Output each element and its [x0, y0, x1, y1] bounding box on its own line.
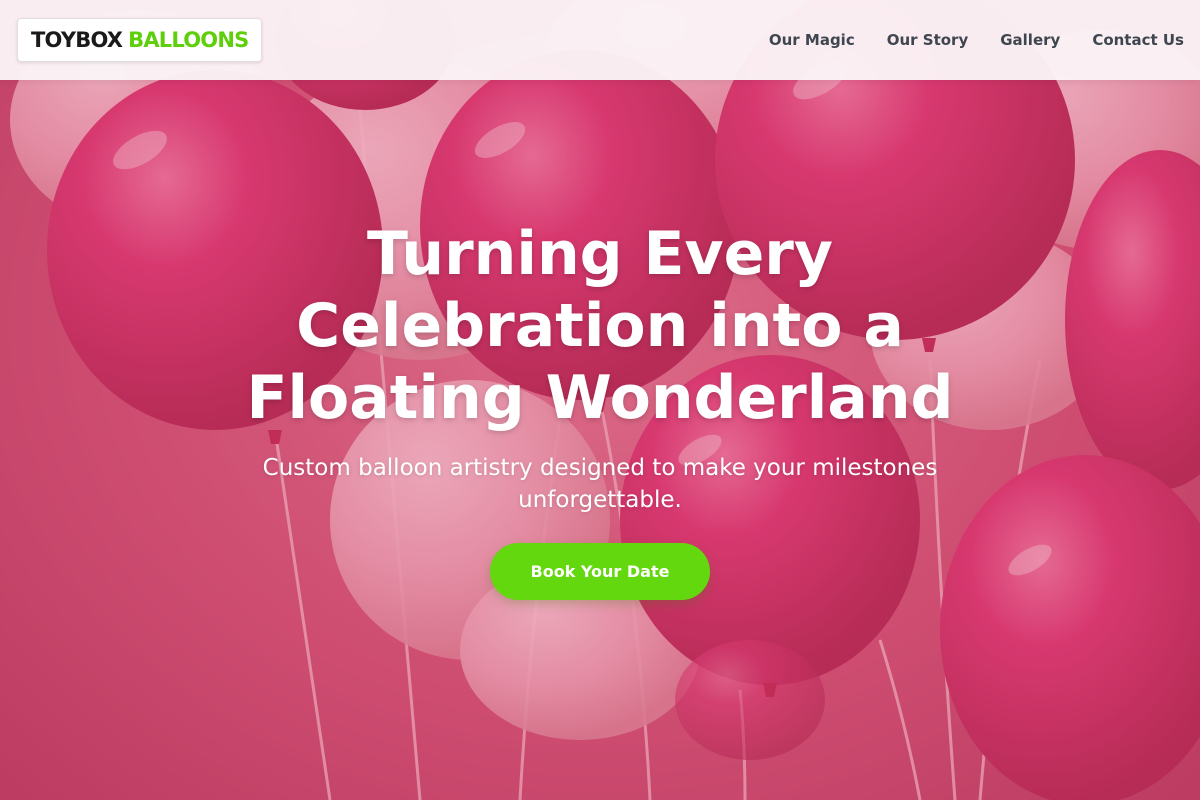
- hero-subtitle: Custom balloon artistry designed to make…: [230, 452, 970, 516]
- site-header: TOYBOX BALLOONS Our Magic Our Story Galle…: [0, 0, 1200, 80]
- nav-link-our-magic[interactable]: Our Magic: [769, 31, 855, 49]
- main-nav: Our Magic Our Story Gallery Contact Us: [737, 0, 1184, 80]
- logo-text-accent: BALLOONS: [128, 28, 249, 52]
- logo-text-dark: TOYBOX: [31, 28, 123, 52]
- book-your-date-button[interactable]: Book Your Date: [490, 543, 710, 600]
- subtitle-line-1: Custom balloon artistry designed to make…: [262, 455, 938, 481]
- nav-link-contact-us[interactable]: Contact Us: [1092, 31, 1184, 49]
- subtitle-line-2: unforgettable.: [518, 487, 682, 513]
- hero-headline: Turning Every Celebration into a Floatin…: [150, 218, 1050, 434]
- nav-link-gallery[interactable]: Gallery: [1000, 31, 1060, 49]
- hero-section: Turning Every Celebration into a Floatin…: [0, 0, 1200, 800]
- headline-line-1: Turning Every: [367, 219, 833, 289]
- headline-line-3: Floating Wonderland: [246, 363, 954, 433]
- nav-link-our-story[interactable]: Our Story: [887, 31, 969, 49]
- headline-line-2: Celebration into a: [296, 291, 904, 361]
- site-logo[interactable]: TOYBOX BALLOONS: [17, 18, 263, 62]
